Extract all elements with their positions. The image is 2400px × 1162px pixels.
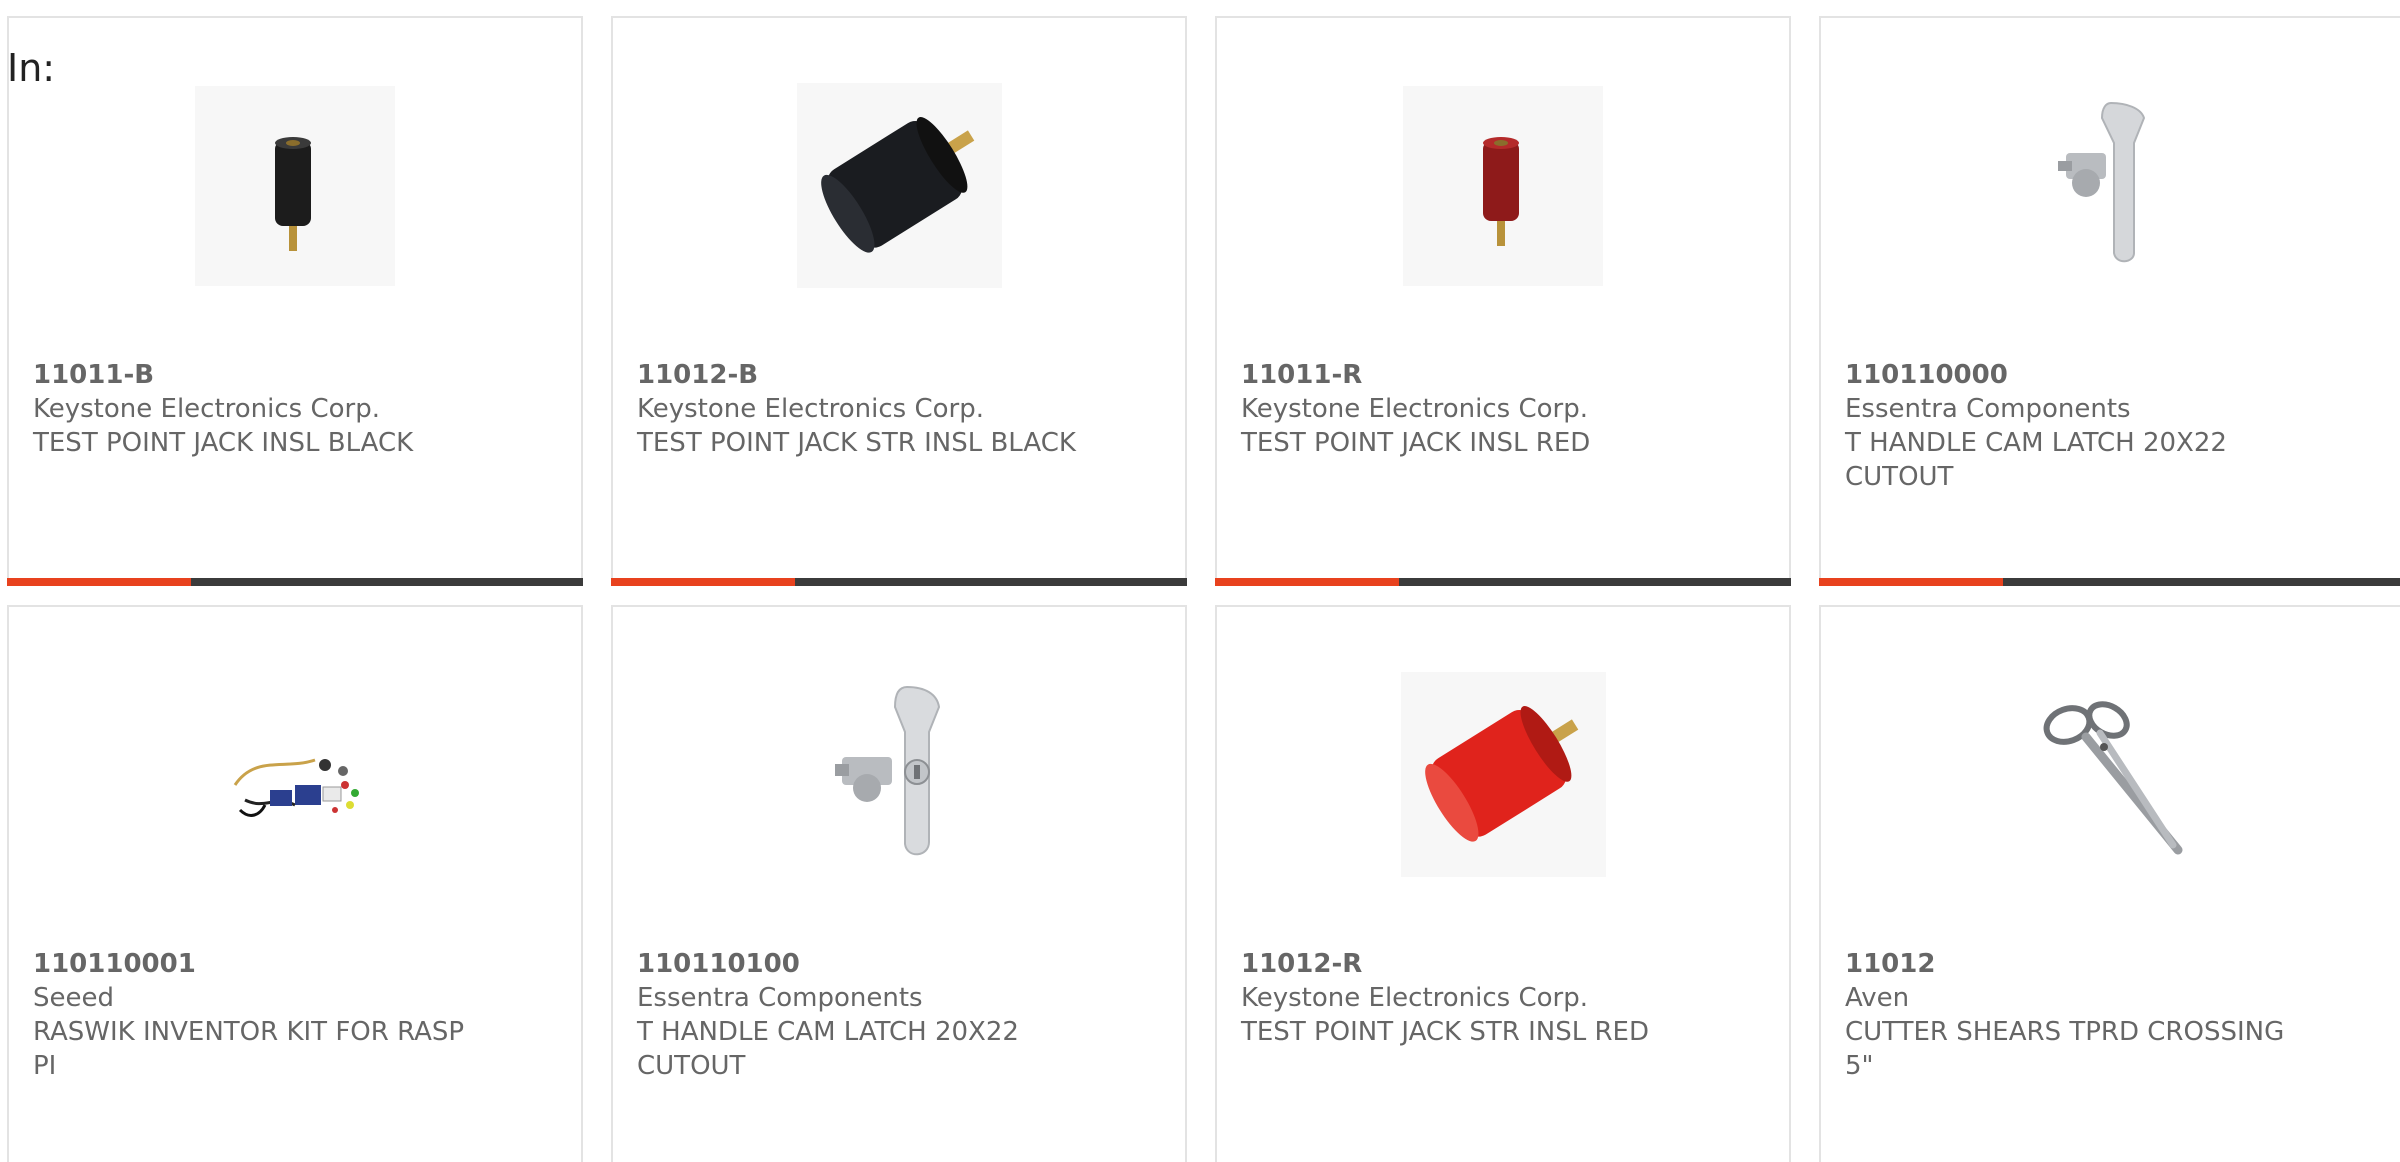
product-grid-page: In: 11011-B Keystone Electronics Corp. T… <box>0 0 2400 1162</box>
part-number-link[interactable]: 11012 <box>1845 947 2285 981</box>
t-handle-latch-icon <box>2005 83 2211 288</box>
part-number-link[interactable]: 11011-R <box>1241 358 1681 392</box>
product-image[interactable] <box>9 78 581 293</box>
product-image[interactable] <box>613 667 1185 882</box>
product-info: 11012-R Keystone Electronics Corp. TEST … <box>1241 947 1681 1049</box>
product-card[interactable]: 11011-R Keystone Electronics Corp. TEST … <box>1215 16 1791 586</box>
product-info: 11012-B Keystone Electronics Corp. TEST … <box>637 358 1077 460</box>
red-straight-test-point-jack-icon <box>1400 672 1606 877</box>
part-number-link[interactable]: 11011-B <box>33 358 473 392</box>
manufacturer: Essentra Components <box>637 983 923 1013</box>
product-card[interactable]: 11012-B Keystone Electronics Corp. TEST … <box>611 16 1187 586</box>
product-image[interactable] <box>9 667 581 882</box>
product-card[interactable]: 110110000 Essentra Components T HANDLE C… <box>1819 16 2400 586</box>
product-info: 110110001 Seeed RASWIK INVENTOR KIT FOR … <box>33 947 473 1083</box>
manufacturer: Aven <box>1845 983 1910 1013</box>
shears-icon <box>2008 674 2208 875</box>
card-bar-accent <box>7 578 191 586</box>
description: TEST POINT JACK STR INSL BLACK <box>637 428 1076 458</box>
product-card[interactable]: 110110100 Essentra Components T HANDLE C… <box>611 605 1187 1162</box>
product-image[interactable] <box>1217 78 1789 293</box>
description: TEST POINT JACK STR INSL RED <box>1241 1017 1649 1047</box>
description: TEST POINT JACK INSL RED <box>1241 428 1591 458</box>
product-image[interactable] <box>1821 667 2395 882</box>
product-info: 11012 Aven CUTTER SHEARS TPRD CROSSING 5… <box>1845 947 2285 1083</box>
manufacturer: Seeed <box>33 983 114 1013</box>
product-image[interactable] <box>1821 78 2395 293</box>
manufacturer: Keystone Electronics Corp. <box>1241 394 1589 424</box>
card-bar <box>611 578 1187 586</box>
product-info: 11011-R Keystone Electronics Corp. TEST … <box>1241 358 1681 460</box>
red-test-point-jack-icon <box>1403 85 1603 286</box>
card-bar-accent <box>1215 578 1399 586</box>
product-info: 110110100 Essentra Components T HANDLE C… <box>637 947 1077 1083</box>
part-number-link[interactable]: 110110100 <box>637 947 1077 981</box>
card-bar <box>1215 578 1791 586</box>
product-info: 11011-B Keystone Electronics Corp. TEST … <box>33 358 473 460</box>
product-info: 110110000 Essentra Components T HANDLE C… <box>1845 358 2285 494</box>
part-number-link[interactable]: 110110001 <box>33 947 473 981</box>
description: CUTTER SHEARS TPRD CROSSING 5" <box>1845 1017 2285 1081</box>
product-card[interactable]: 110110001 Seeed RASWIK INVENTOR KIT FOR … <box>7 605 583 1162</box>
card-bar-accent <box>611 578 795 586</box>
filter-heading: In: <box>7 46 56 90</box>
description: T HANDLE CAM LATCH 20X22 CUTOUT <box>637 1017 1019 1081</box>
part-number-link[interactable]: 110110000 <box>1845 358 2285 392</box>
description: RASWIK INVENTOR KIT FOR RASP PI <box>33 1017 465 1081</box>
description: TEST POINT JACK INSL BLACK <box>33 428 414 458</box>
card-bar-accent <box>1819 578 2003 586</box>
black-straight-test-point-jack-icon <box>796 83 1002 288</box>
product-image[interactable] <box>613 78 1185 293</box>
card-bar <box>7 578 583 586</box>
inventor-kit-icon <box>195 674 395 875</box>
product-image[interactable] <box>1217 667 1789 882</box>
manufacturer: Keystone Electronics Corp. <box>1241 983 1589 1013</box>
black-test-point-jack-icon <box>195 85 395 286</box>
t-handle-latch-keyed-icon <box>796 672 1002 877</box>
part-number-link[interactable]: 11012-R <box>1241 947 1681 981</box>
product-card[interactable]: 11012 Aven CUTTER SHEARS TPRD CROSSING 5… <box>1819 605 2400 1162</box>
card-bar <box>1819 578 2400 586</box>
manufacturer: Essentra Components <box>1845 394 2131 424</box>
product-card[interactable]: 11012-R Keystone Electronics Corp. TEST … <box>1215 605 1791 1162</box>
description: T HANDLE CAM LATCH 20X22 CUTOUT <box>1845 428 2227 492</box>
part-number-link[interactable]: 11012-B <box>637 358 1077 392</box>
manufacturer: Keystone Electronics Corp. <box>33 394 381 424</box>
product-card[interactable]: 11011-B Keystone Electronics Corp. TEST … <box>7 16 583 586</box>
manufacturer: Keystone Electronics Corp. <box>637 394 985 424</box>
